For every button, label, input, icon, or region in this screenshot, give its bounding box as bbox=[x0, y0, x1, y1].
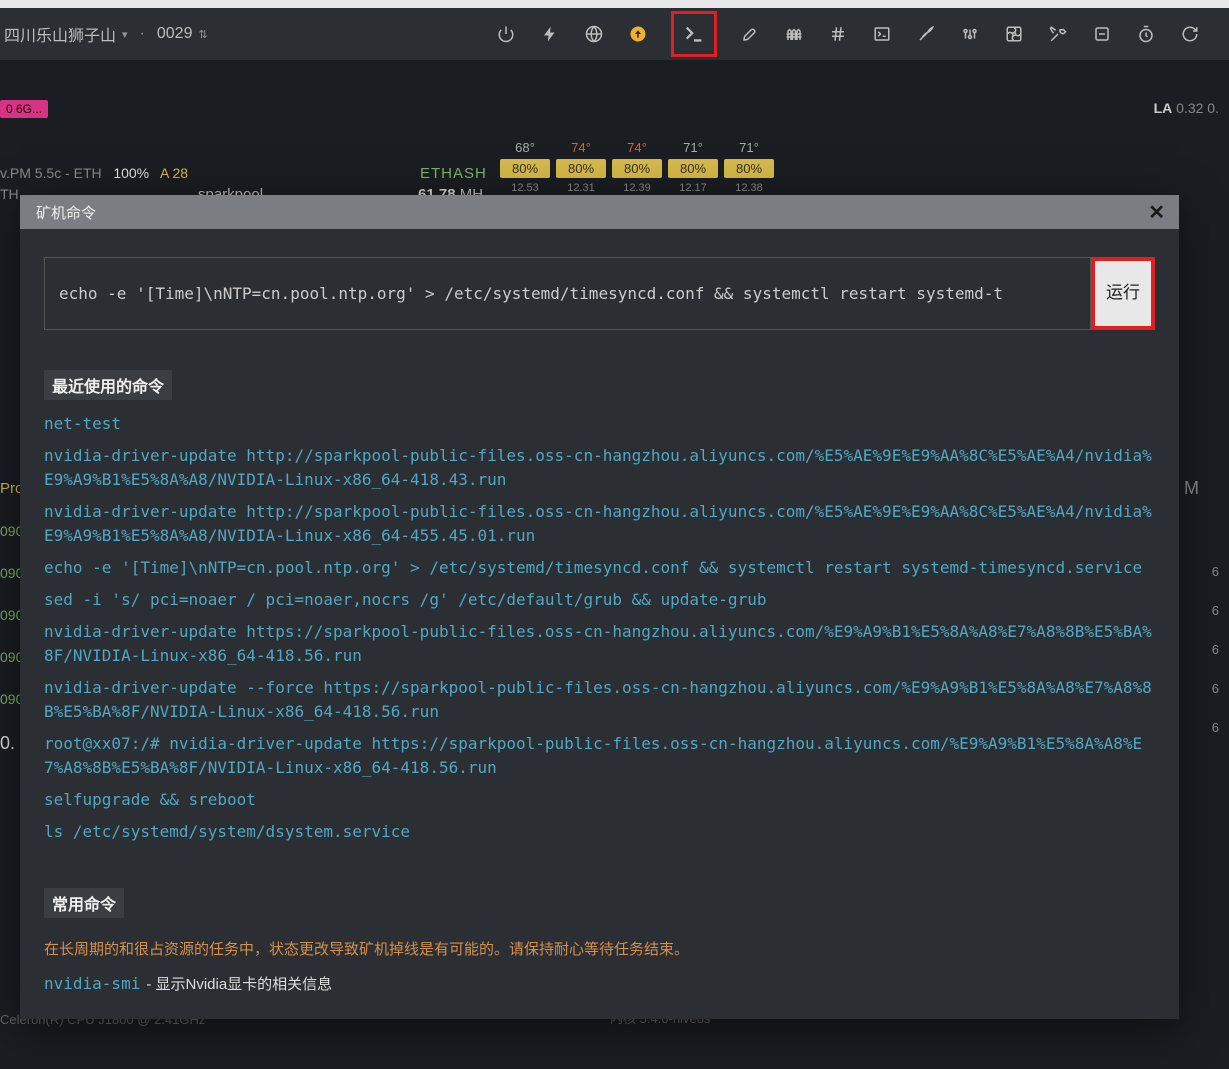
recent-command[interactable]: echo -e '[Time]\nNTP=cn.pool.ntp.org' > … bbox=[44, 556, 1155, 580]
recent-command[interactable]: net-test bbox=[44, 412, 1155, 436]
gpu-cell: 71° 80% 12.17 bbox=[668, 140, 718, 194]
gpu-hashrate: 12.38 bbox=[724, 182, 774, 194]
gpu-pct: 80% bbox=[612, 159, 662, 178]
recent-command[interactable]: nvidia-driver-update https://sparkpool-p… bbox=[44, 620, 1155, 668]
gpu-hashrate: 12.53 bbox=[500, 182, 550, 194]
gpu-temp: 74° bbox=[556, 140, 606, 155]
right-fragment: 6 bbox=[1212, 642, 1219, 657]
gpu-temp: 74° bbox=[612, 140, 662, 155]
gpu-hashrate: 12.17 bbox=[668, 182, 718, 194]
gpu-stats-row: 68° 80% 12.5374° 80% 12.3174° 80% 12.397… bbox=[500, 140, 774, 194]
common-warning: 在长周期的和很占资源的任务中，状态更改导致矿机掉线是有可能的。请保持耐心等待任务… bbox=[44, 938, 1155, 959]
power-icon[interactable] bbox=[495, 23, 517, 45]
refresh-icon[interactable] bbox=[1179, 23, 1201, 45]
recent-section-title: 最近使用的命令 bbox=[44, 370, 172, 400]
gpu-cell: 68° 80% 12.53 bbox=[500, 140, 550, 194]
upgrade-icon[interactable] bbox=[627, 23, 649, 45]
gpu-cell: 71° 80% 12.38 bbox=[724, 140, 774, 194]
sliders-icon[interactable] bbox=[959, 23, 981, 45]
timer-icon[interactable] bbox=[1135, 23, 1157, 45]
gpu-pct: 80% bbox=[668, 159, 718, 178]
console-icon[interactable] bbox=[871, 23, 893, 45]
gpu-pct: 80% bbox=[556, 159, 606, 178]
breadcrumb-farm[interactable]: 四川乐山狮子山 bbox=[4, 22, 116, 46]
status-badge: 0 6G... bbox=[0, 100, 48, 118]
recent-command[interactable]: nvidia-driver-update http://sparkpool-pu… bbox=[44, 444, 1155, 492]
miner-info: v.PM 5.5c - ETH 100% A 28 bbox=[0, 165, 188, 181]
lightning-icon[interactable] bbox=[539, 23, 561, 45]
gpu-cell: 74° 80% 12.39 bbox=[612, 140, 662, 194]
right-fragment: 6 bbox=[1212, 681, 1219, 696]
th-label: TH bbox=[0, 186, 19, 202]
gpu-temp: 71° bbox=[724, 140, 774, 155]
modal-header: 矿机命令 ✕ bbox=[20, 195, 1179, 229]
recent-command[interactable]: nvidia-driver-update http://sparkpool-pu… bbox=[44, 500, 1155, 548]
gpu-temp: 71° bbox=[668, 140, 718, 155]
toolbar bbox=[495, 8, 1201, 60]
minimize-icon[interactable] bbox=[1091, 23, 1113, 45]
chevron-updown-icon: ⇅ bbox=[198, 28, 207, 41]
gpu-pct: 80% bbox=[724, 159, 774, 178]
tools-icon[interactable] bbox=[1047, 23, 1069, 45]
window-chrome bbox=[0, 0, 1229, 8]
recent-command[interactable]: sed -i 's/ pci=noaer / pci=noaer,nocrs /… bbox=[44, 588, 1155, 612]
right-fragment: 6 bbox=[1212, 564, 1219, 579]
close-icon[interactable]: ✕ bbox=[1148, 200, 1165, 225]
recent-command[interactable]: ls /etc/systemd/system/dsystem.service bbox=[44, 820, 1155, 844]
separator: · bbox=[140, 25, 145, 43]
common-commands-list: nvidia-smi - 显示Nvidia显卡的相关信息 bbox=[44, 973, 1155, 994]
fence-icon[interactable] bbox=[783, 23, 805, 45]
header-bar: 四川乐山狮子山 ▾ · 0029 ⇅ bbox=[0, 8, 1229, 60]
common-command[interactable]: nvidia-smi bbox=[44, 974, 140, 993]
common-section-title: 常用命令 bbox=[44, 888, 124, 918]
command-input-row: 运行 bbox=[44, 257, 1155, 330]
chevron-down-icon: ▾ bbox=[122, 28, 128, 41]
command-input[interactable] bbox=[44, 257, 1091, 330]
run-button[interactable]: 运行 bbox=[1091, 257, 1155, 330]
recent-command[interactable]: nvidia-driver-update --force https://spa… bbox=[44, 676, 1155, 724]
gpu-pct: 80% bbox=[500, 159, 550, 178]
fan-icon[interactable] bbox=[1003, 23, 1025, 45]
gpu-temp: 68° bbox=[500, 140, 550, 155]
recent-commands-list: net-test nvidia-driver-update http://spar… bbox=[44, 412, 1155, 844]
gpu-hashrate: 12.39 bbox=[612, 182, 662, 194]
right-fragment: 6 bbox=[1212, 720, 1219, 735]
right-fragment: 6 bbox=[1212, 603, 1219, 618]
modal-body: 运行 最近使用的命令 net-test nvidia-driver-update … bbox=[20, 229, 1179, 1019]
gpu-hashrate: 12.31 bbox=[556, 182, 606, 194]
breadcrumb-worker[interactable]: 0029 bbox=[157, 25, 193, 43]
terminal-icon-highlighted[interactable] bbox=[671, 11, 717, 57]
recent-command[interactable]: selfupgrade && sreboot bbox=[44, 788, 1155, 812]
common-command-desc: - 显示Nvidia显卡的相关信息 bbox=[146, 973, 332, 994]
gpu-cell: 74° 80% 12.31 bbox=[556, 140, 606, 194]
globe-icon[interactable] bbox=[583, 23, 605, 45]
load-average: LA 0.32 0. bbox=[1154, 100, 1219, 116]
rocket-icon[interactable] bbox=[739, 23, 761, 45]
modal-title: 矿机命令 bbox=[36, 202, 96, 223]
pickaxe-icon[interactable] bbox=[915, 23, 937, 45]
breadcrumb[interactable]: 四川乐山狮子山 ▾ · 0029 ⇅ bbox=[0, 22, 208, 46]
right-fragments: 6 6 6 6 6 bbox=[1212, 564, 1219, 735]
right-m: M bbox=[1184, 478, 1199, 499]
algo-label: ETHASH bbox=[420, 165, 487, 182]
recent-command[interactable]: root@xx07:/# nvidia-driver-update https:… bbox=[44, 732, 1155, 780]
command-modal: 矿机命令 ✕ 运行 最近使用的命令 net-test nvidia-driver-… bbox=[20, 195, 1179, 1019]
common-command-row: nvidia-smi - 显示Nvidia显卡的相关信息 bbox=[44, 973, 1155, 994]
hash-icon[interactable] bbox=[827, 23, 849, 45]
